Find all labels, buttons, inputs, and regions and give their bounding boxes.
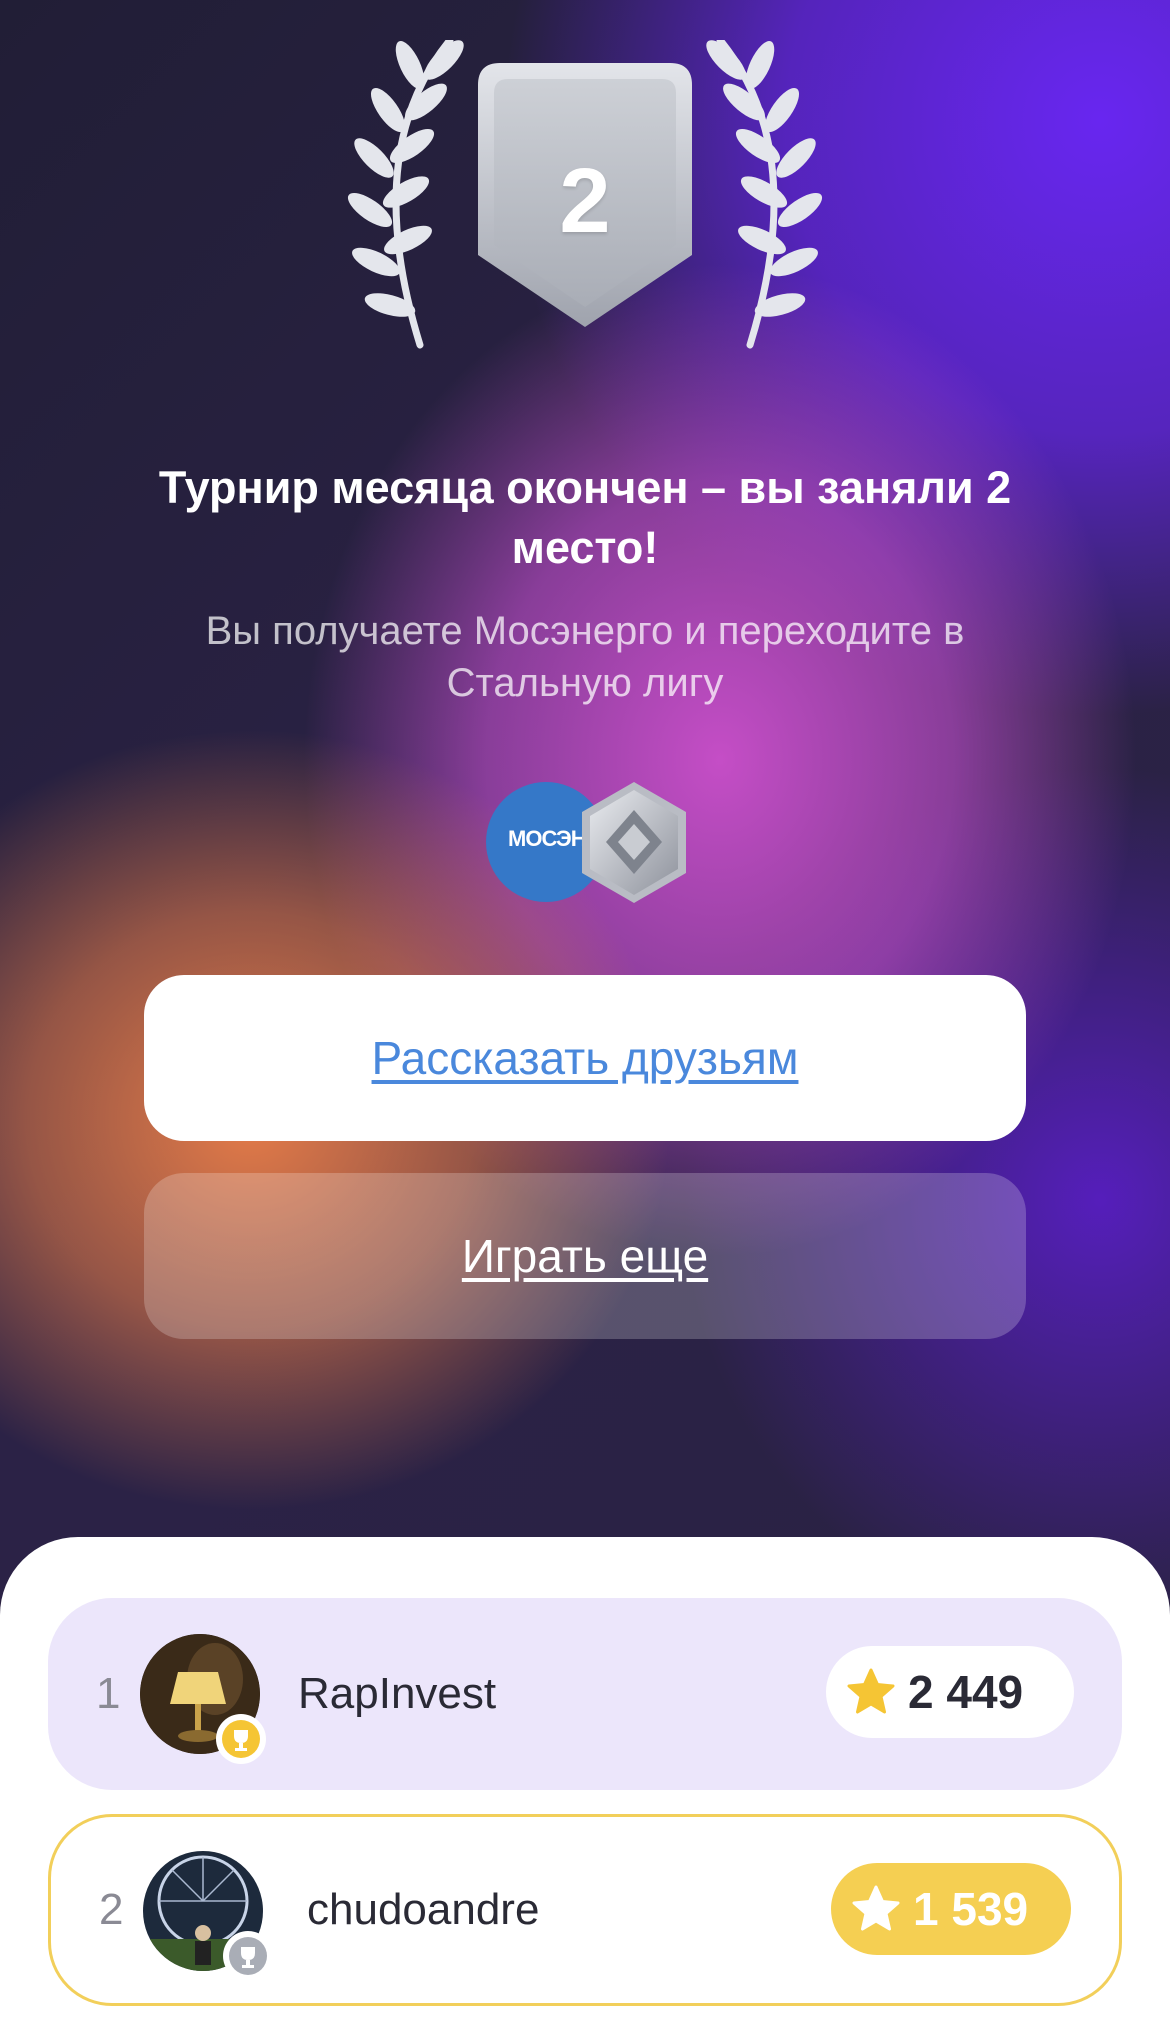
result-subtitle: Вы получаете Мосэнерго и переходите в Ст… xyxy=(205,609,965,705)
laurel-right-icon xyxy=(706,40,823,349)
score-value: 2 449 xyxy=(908,1666,1024,1718)
leaderboard-row[interactable]: 1 RapInvest 2 449 xyxy=(48,1598,1122,1790)
star-icon xyxy=(852,1885,900,1931)
score-pill: 2 449 xyxy=(826,1646,1074,1738)
rank-number: 2 xyxy=(99,1885,124,1934)
leaderboard-row-current-user[interactable]: 2 chudoandre 1 539 xyxy=(48,1814,1122,2006)
star-icon xyxy=(847,1668,895,1714)
result-hero: 2 Турнир месяца окончен – вы заняли 2 ме… xyxy=(0,0,1170,1600)
rewards: МОСЭНЕРГО xyxy=(486,780,686,905)
share-button[interactable]: Рассказать друзьям xyxy=(144,975,1026,1141)
play-again-button[interactable]: Играть еще xyxy=(144,1173,1026,1339)
gold-cup-icon xyxy=(216,1714,266,1764)
username: RapInvest xyxy=(298,1669,497,1718)
rank-number: 1 xyxy=(96,1669,121,1718)
place-number: 2 xyxy=(559,150,611,252)
score-value: 1 539 xyxy=(913,1883,1029,1935)
steel-league-icon xyxy=(582,782,686,903)
result-title: Турнир месяца окончен – вы заняли 2 мест… xyxy=(158,462,1012,573)
laurel-left-icon xyxy=(347,40,464,349)
username: chudoandre xyxy=(307,1885,540,1934)
place-badge: 2 xyxy=(340,40,830,350)
score-pill: 1 539 xyxy=(831,1863,1071,1955)
silver-cup-icon xyxy=(223,1931,273,1981)
